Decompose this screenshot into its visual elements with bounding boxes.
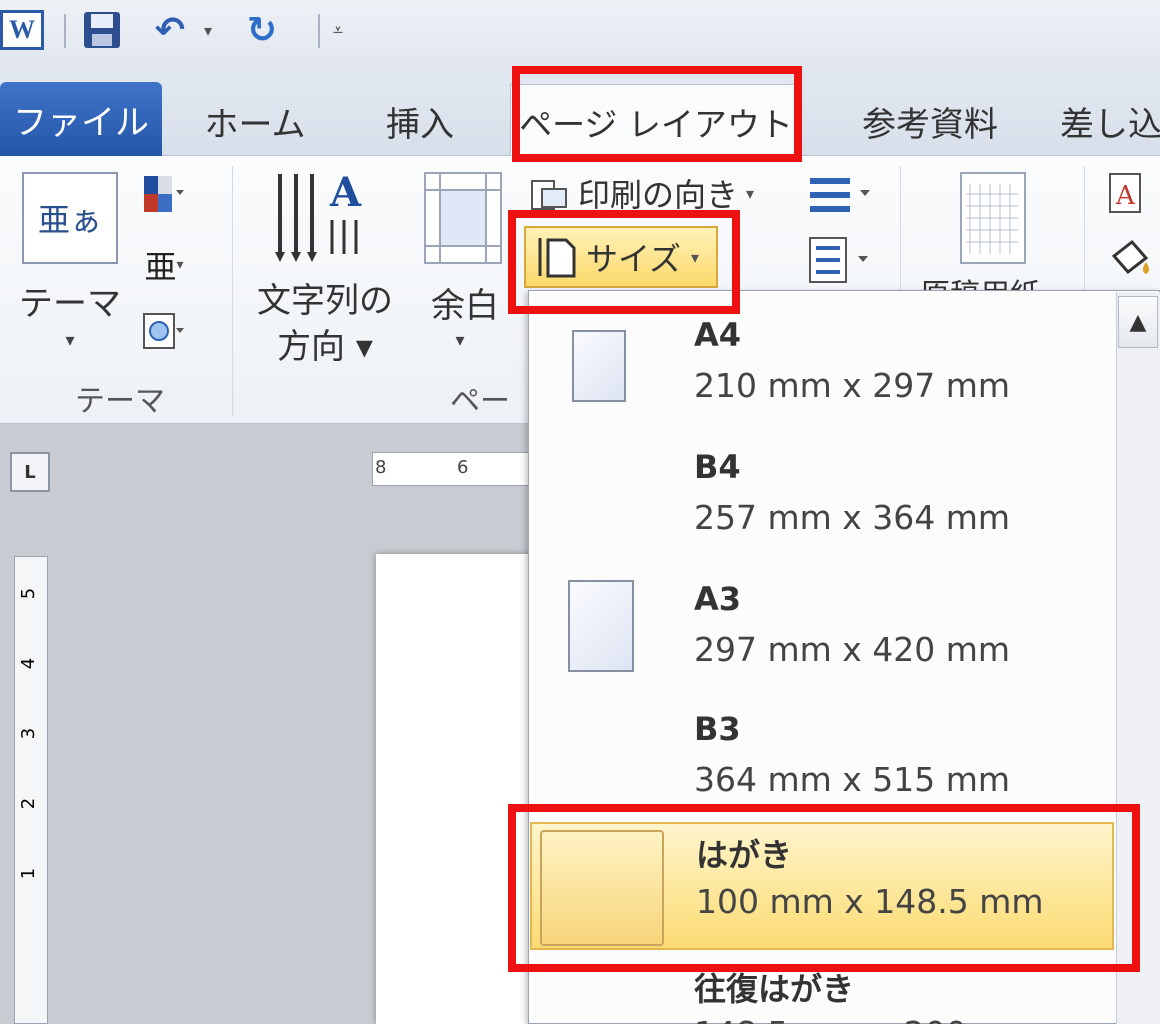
ruler-tick-label: 3 (18, 727, 40, 740)
page-color-icon[interactable] (1106, 236, 1156, 286)
chevron-down-icon[interactable]: ▾ (50, 330, 90, 351)
undo-icon[interactable]: ↶ (148, 10, 192, 51)
tab-file[interactable]: ファイル (0, 82, 162, 156)
theme-colors-icon[interactable] (142, 174, 186, 216)
tab-mailings[interactable]: 差し込 (1060, 86, 1160, 156)
size-option-dims: 297 mm x 420 mm (694, 630, 1011, 669)
redo-icon[interactable]: ↻ (240, 10, 284, 51)
highlight-box-size-button (508, 210, 740, 314)
watermark-icon[interactable]: A (1106, 172, 1146, 216)
qat-separator (318, 14, 320, 48)
size-option-dims: 148.5 mm x 200 mm (694, 1014, 1042, 1024)
tab-selector[interactable]: L (10, 452, 50, 492)
breaks-icon[interactable] (806, 234, 876, 286)
size-option-dims: 257 mm x 364 mm (694, 498, 1011, 537)
size-option-dims: 364 mm x 515 mm (694, 760, 1011, 799)
columns-icon[interactable] (806, 172, 876, 222)
size-option-a3[interactable]: A3 297 mm x 420 mm (530, 566, 1114, 698)
group-separator (232, 166, 233, 416)
manuscript-paper-icon[interactable] (960, 172, 1026, 264)
margins-label[interactable]: 余白 (420, 278, 510, 327)
svg-text:A: A (329, 169, 362, 216)
tab-home[interactable]: ホーム (190, 86, 320, 156)
ruler-tick-label: 1 (18, 867, 40, 880)
text-direction-icon[interactable]: A (270, 168, 370, 264)
word-logo-icon[interactable]: W (0, 10, 44, 50)
group-label-page-setup: ペー (450, 384, 510, 419)
text-direction-text: 文字列の方向 (257, 281, 393, 367)
scroll-up-arrow-icon[interactable]: ▲ (1118, 296, 1158, 348)
theme-effects-icon[interactable] (142, 312, 186, 354)
size-option-name: A4 (694, 316, 742, 354)
size-option-name: A3 (694, 580, 742, 618)
ruler-tick-label: 6 (457, 457, 469, 478)
size-option-name: B4 (694, 448, 741, 486)
size-option-b4[interactable]: B4 257 mm x 364 mm (530, 434, 1114, 566)
ruler-tick-label: 5 (18, 587, 40, 600)
highlight-box-layout-tab (512, 66, 802, 162)
text-direction-label[interactable]: 文字列の方向 ▾ (250, 278, 400, 370)
tab-references[interactable]: 参考資料 (830, 86, 1030, 156)
ruler-tick-label: 8 (375, 457, 387, 478)
save-icon[interactable] (80, 10, 124, 50)
fonts-glyph: 亜 (144, 248, 177, 286)
themes-icon[interactable]: 亜ぁ (22, 172, 118, 264)
chevron-down-icon: ▾ (746, 183, 755, 203)
customize-qat-icon[interactable]: ⩡ (326, 10, 350, 50)
ruler-tick-label: 4 (18, 657, 40, 670)
chevron-down-icon: ▾ (176, 257, 184, 273)
ruler-tick-label: 2 (18, 797, 40, 810)
undo-dropdown-icon[interactable]: ▾ (196, 10, 220, 50)
highlight-box-hagaki (508, 804, 1140, 972)
size-option-dims: 210 mm x 297 mm (694, 366, 1011, 405)
horizontal-ruler[interactable]: 8 6 (372, 452, 532, 486)
margins-icon[interactable] (424, 172, 502, 264)
theme-fonts-icon[interactable]: 亜 ▾ (142, 244, 186, 286)
size-option-a4[interactable]: A4 210 mm x 297 mm (530, 302, 1114, 434)
vertical-ruler[interactable]: 5 4 3 2 1 (14, 556, 48, 1024)
qat-separator (64, 14, 66, 48)
chevron-down-icon[interactable]: ▾ (440, 330, 480, 351)
svg-text:A: A (1115, 181, 1136, 211)
paper-thumbnail-icon (572, 330, 626, 402)
paper-thumbnail-icon (568, 580, 634, 672)
group-label-themes: テーマ (75, 384, 165, 419)
themes-button-label[interactable]: テーマ (10, 276, 130, 325)
size-option-name: B3 (694, 710, 741, 748)
orientation-icon (531, 180, 567, 210)
tab-insert[interactable]: 挿入 (360, 86, 480, 156)
